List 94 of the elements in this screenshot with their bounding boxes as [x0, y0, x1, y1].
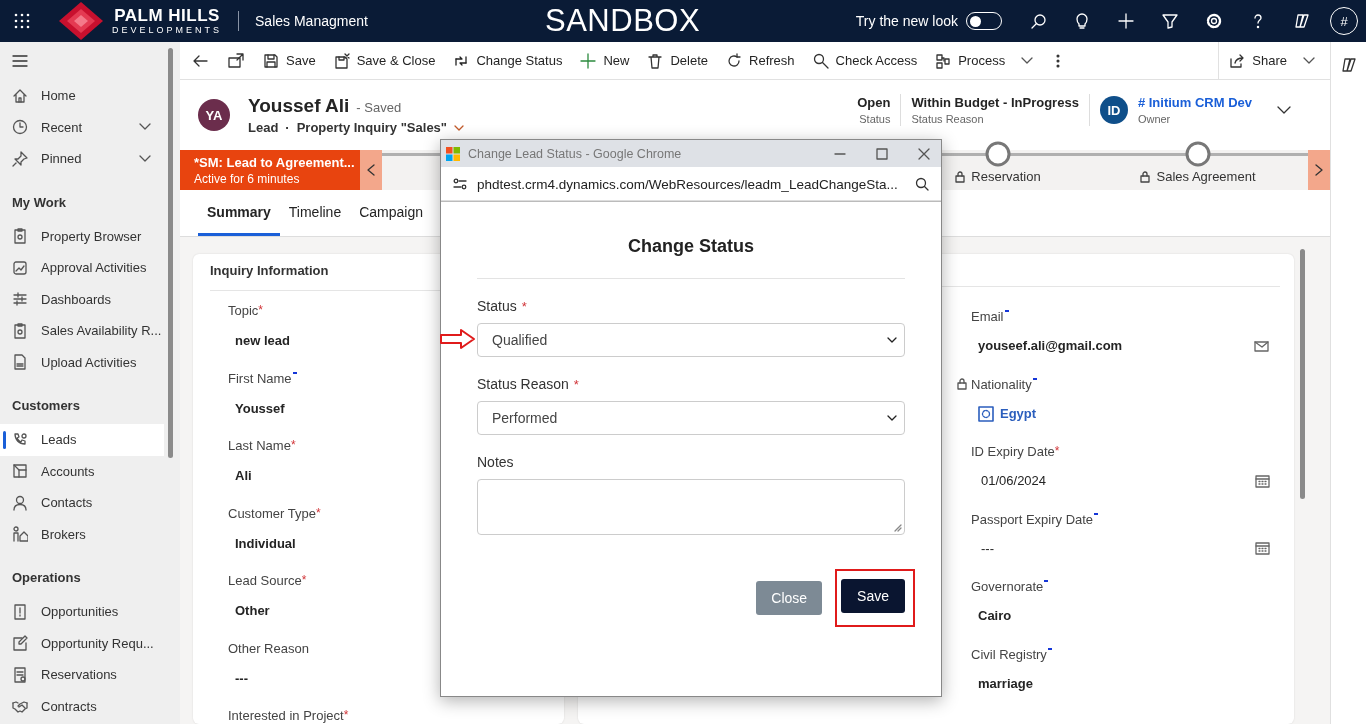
group-heading: Customers [11, 397, 81, 415]
field-label: Governorate [971, 579, 1044, 594]
header-field-label: Owner [1137, 112, 1172, 126]
header-field-label: Status [859, 112, 891, 126]
required-mark: * [315, 505, 321, 520]
command-button[interactable]: Save & Close [324, 42, 445, 79]
group-heading: Operations [11, 569, 82, 587]
stage-label[interactable]: Reservation [971, 169, 1041, 184]
field-value[interactable]: --- [978, 540, 994, 556]
address-text[interactable]: phdtest.crm4.dynamics.com/WebResources/leadm_LeadChangeSta... [477, 176, 905, 192]
field-label: Topic [228, 303, 259, 318]
process-name: *SM: Lead to Agreement... [194, 154, 356, 170]
sidebar-item[interactable]: Property Browser [0, 220, 164, 252]
sidebar-item[interactable]: Sales Availability R... [0, 315, 164, 347]
field-value[interactable]: new lead [235, 333, 290, 348]
form-selector[interactable]: Property Inquiry "Sales" [296, 120, 465, 135]
field-value[interactable]: Youssef [235, 400, 285, 416]
entity-name: Lead [248, 120, 279, 135]
field-label: First Name [228, 370, 292, 386]
save-button[interactable]: Save [841, 579, 905, 613]
close-button[interactable]: Close [756, 581, 823, 615]
record-avatar: YA [198, 99, 230, 131]
field-value[interactable]: 01/06/2024 [978, 473, 1047, 488]
brand-name: PALM HILLS [114, 7, 220, 25]
header-field-value: Open [857, 94, 891, 112]
sidebar-item[interactable]: Home [0, 80, 164, 112]
field-label: Notes [477, 454, 514, 470]
toggle-label: Try the new look [855, 13, 958, 29]
dialog-heading: Change Status [477, 202, 905, 279]
brand-tagline: DEVELOPMENTS [112, 25, 223, 35]
sidebar-item[interactable]: Dashboards [0, 283, 164, 315]
sidebar-item[interactable]: Brokers [0, 518, 164, 550]
field-label: ID Expiry Date [971, 444, 1055, 459]
required-mark: * [343, 708, 349, 722]
sidebar-item[interactable]: Contacts [0, 487, 164, 519]
owner-avatar: ID [1099, 96, 1128, 124]
field-value[interactable]: Ali [235, 468, 252, 483]
field-value[interactable]: Cairo [978, 608, 1012, 623]
field-value[interactable]: marriage [978, 675, 1033, 691]
field-label: Passport Expiry Date [971, 511, 1094, 527]
field-value[interactable]: Individual [235, 535, 296, 551]
command-button[interactable]: Refresh [717, 42, 804, 79]
command-button[interactable]: Check Access [803, 42, 927, 79]
field-label: Status [477, 298, 517, 314]
required-mark: * [521, 299, 527, 314]
sidebar-item[interactable]: Pinned [0, 143, 164, 175]
command-button[interactable]: Process [926, 42, 1044, 79]
sidebar-item[interactable]: Leads [0, 424, 164, 456]
tab[interactable]: Campaign [350, 190, 433, 236]
required-mark: * [258, 303, 264, 317]
required-mark: * [1054, 444, 1060, 458]
command-button[interactable]: New [571, 42, 639, 79]
field-value[interactable]: Other [235, 603, 270, 618]
field-label: Interested in Project [228, 708, 344, 723]
field-value[interactable]: --- [235, 670, 248, 686]
command-button[interactable]: Save [254, 42, 325, 79]
sidebar-item[interactable]: Upload Activities [0, 346, 164, 378]
stage-label[interactable]: Sales Agreement [1156, 169, 1256, 184]
process-duration: Active for 6 minutes [194, 171, 301, 186]
dropdown-field[interactable]: Performed [477, 401, 905, 435]
sidebar-item[interactable]: Recent [0, 111, 164, 143]
group-heading: My Work [11, 193, 67, 212]
environment-title: SANDBOX [545, 3, 701, 39]
required-mark: * [573, 377, 579, 392]
field-value[interactable]: youseef.ali@gmail.com [978, 338, 1123, 353]
owner-link[interactable]: # Initium CRM Dev [1137, 94, 1252, 112]
command-button[interactable]: Change Status [444, 42, 572, 79]
header-field-value: Within Budget - InProgress [911, 94, 1079, 112]
separator-dot: · [285, 120, 290, 135]
window-title: Change Lead Status - Google Chrome [468, 146, 683, 161]
required-mark: * [301, 573, 307, 587]
save-status: - Saved [356, 100, 402, 115]
sidebar-item[interactable]: Approval Activities [0, 252, 164, 284]
field-label: Email [971, 309, 1004, 324]
command-button[interactable]: Delete [638, 42, 717, 79]
field-label: Nationality [971, 376, 1032, 392]
field-label: Last Name [228, 438, 291, 453]
sidebar-item[interactable]: Opportunity Requ... [0, 627, 164, 659]
required-mark: * [290, 438, 296, 452]
field-label: Civil Registry [971, 646, 1047, 662]
field-label: Lead Source [228, 573, 302, 588]
sidebar-item[interactable]: Accounts [0, 455, 164, 487]
lookup-link[interactable]: Egypt [1000, 406, 1037, 421]
field-label: Customer Type [228, 505, 316, 521]
dropdown-field[interactable]: Qualified [477, 323, 905, 357]
tab[interactable]: Timeline [279, 190, 351, 236]
record-title: Youssef Ali [248, 95, 350, 117]
sidebar-item[interactable]: Contracts [0, 690, 164, 722]
header-field-label: Status Reason [911, 112, 984, 126]
field-label: Status Reason [477, 376, 569, 392]
sidebar-item[interactable]: Opportunities [0, 596, 164, 628]
field-label: Other Reason [228, 640, 309, 656]
app-name[interactable]: Sales Managment [238, 11, 368, 31]
sidebar-item[interactable]: Reservations [0, 659, 164, 691]
